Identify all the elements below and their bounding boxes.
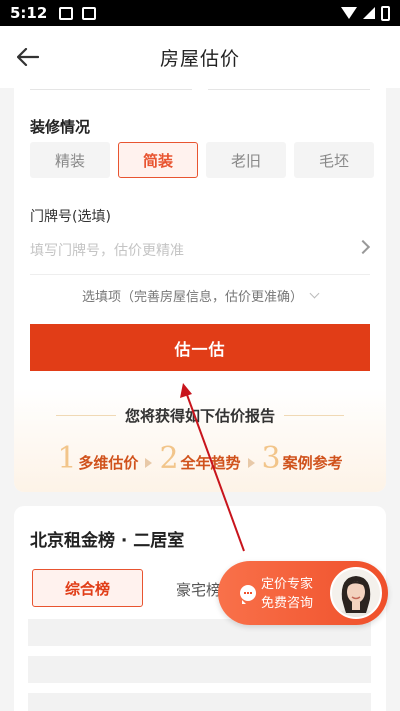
expert-consult-button[interactable]: 定价专家 免费咨询 [218,561,388,625]
optional-fields-label: 选填项（完善房屋信息，估价更准确） [81,289,303,305]
door-number-label: 门牌号(选填) [30,209,111,225]
report-step-number: 3 [261,441,281,476]
chat-icon [240,585,256,604]
decoration-option-old[interactable]: 老旧 [206,142,286,178]
avatar [330,567,382,619]
decoration-option-fine[interactable]: 精装 [30,142,110,178]
battery-icon [381,5,390,21]
report-step-label: 多维估价 [78,454,139,472]
optional-fields-toggle[interactable]: 选填项（完善房屋信息，估价更准确） [14,284,386,306]
report-steps: 1 多维估价 2 全年趋势 3 案例参考 [14,444,386,474]
gallery-notification-icon [59,6,74,20]
loading-placeholder-row [28,693,371,711]
expert-consult-text: 定价专家 免费咨询 [261,575,313,613]
app-notification-icon [82,6,97,20]
report-step-number: 1 [57,441,77,476]
expert-line1: 定价专家 [261,577,314,592]
tab-comprehensive[interactable]: 综合榜 [32,569,143,607]
wifi-icon [341,7,357,19]
report-step-label: 案例参考 [282,454,343,472]
estimate-button[interactable]: 估一估 [30,324,370,371]
expert-line2: 免费咨询 [261,596,314,611]
back-arrow-icon [17,48,39,66]
step-arrow-icon [247,458,255,468]
ranking-title: 北京租金榜 · 二居室 [30,531,185,551]
status-bar: 5:12 [0,0,400,26]
page-title: 房屋估价 [159,47,240,70]
report-step-number: 2 [159,441,179,476]
report-preview: 您将获得如下估价报告 1 多维估价 2 全年趋势 3 案例参考 [14,388,386,492]
loading-placeholder-row [28,656,371,683]
decoration-options: 精装 简装 老旧 毛坯 [30,142,374,178]
status-time: 5:12 [10,4,48,22]
decoration-option-simple[interactable]: 简装 [118,142,198,178]
tab-luxury[interactable]: 豪宅榜 [176,579,221,600]
signal-icon [363,7,375,19]
door-number-input[interactable] [30,236,370,266]
report-step-label: 全年趋势 [180,454,241,472]
step-arrow-icon [145,458,153,468]
input-divider [30,274,370,275]
chevron-down-icon [309,288,320,298]
estimate-form-card: 装修情况 精装 简装 老旧 毛坯 门牌号(选填) 选填项（完善房屋信息，估价更准… [14,88,386,492]
report-title-right-line [284,415,344,416]
decoration-label: 装修情况 [30,118,91,136]
previous-field-dividers [30,88,370,92]
back-button[interactable] [14,43,42,71]
app-header: 房屋估价 [0,26,400,88]
decoration-option-rough[interactable]: 毛坯 [294,142,374,178]
